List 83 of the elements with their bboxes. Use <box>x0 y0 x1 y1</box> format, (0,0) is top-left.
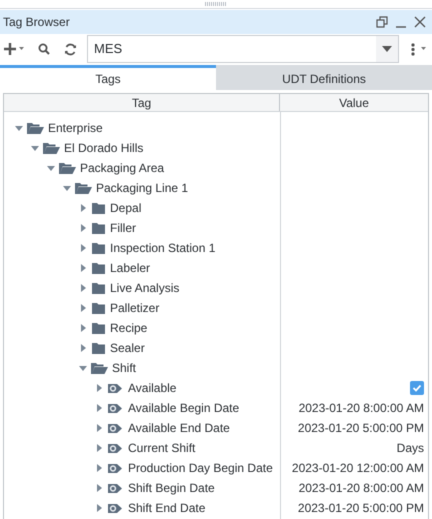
value-text: 2023-01-20 8:00:00 AM <box>298 400 424 417</box>
tree-item-label[interactable]: Inspection Station 1 <box>110 239 216 257</box>
tree-item-label[interactable]: Labeler <box>110 259 150 277</box>
tag-instance-icon <box>107 382 124 394</box>
grip-icon[interactable] <box>205 2 227 6</box>
folder-icon <box>91 302 106 314</box>
tree-item-label[interactable]: Depal <box>110 199 142 217</box>
tree-item-label[interactable]: Current Shift <box>128 439 196 457</box>
refresh-icon[interactable] <box>64 42 77 56</box>
caret-right-icon[interactable] <box>94 483 104 493</box>
tag-instance-icon <box>107 422 124 434</box>
caret-right-icon[interactable] <box>94 503 104 513</box>
caret-right-icon[interactable] <box>78 303 88 313</box>
tree-item-label[interactable]: Available End Date <box>128 419 230 437</box>
restore-icon[interactable] <box>376 16 388 28</box>
close-icon[interactable] <box>414 16 426 28</box>
caret-down-icon <box>382 46 392 52</box>
caret-right-icon[interactable] <box>94 383 104 393</box>
caret-right-icon[interactable] <box>78 343 88 353</box>
search-icon[interactable] <box>38 43 50 55</box>
open-folder-icon <box>75 182 92 194</box>
plus-icon <box>4 43 16 55</box>
tag-instance-icon <box>107 502 124 514</box>
folder-icon <box>91 222 106 234</box>
tree-item-label[interactable]: Packaging Area <box>80 159 164 177</box>
tree-item-label[interactable]: Filler <box>110 219 136 237</box>
tree-item-label[interactable]: Packaging Line 1 <box>96 179 188 197</box>
open-folder-icon <box>43 142 60 154</box>
open-folder-icon <box>27 122 44 134</box>
tree-item-label[interactable]: Live Analysis <box>110 279 180 297</box>
folder-icon <box>91 342 106 354</box>
add-button[interactable] <box>4 43 24 55</box>
caret-right-icon[interactable] <box>94 443 104 453</box>
tree-item-label[interactable]: El Dorado Hills <box>64 139 144 157</box>
caret-down-icon[interactable] <box>78 363 88 373</box>
caret-right-icon[interactable] <box>78 223 88 233</box>
caret-down-icon <box>19 47 24 51</box>
tree-item-label[interactable]: Enterprise <box>48 119 103 137</box>
value-text: 2023-01-20 8:00:00 AM <box>298 480 424 497</box>
caret-right-icon[interactable] <box>94 423 104 433</box>
provider-dropdown[interactable]: MES <box>87 35 399 63</box>
caret-down-icon[interactable] <box>421 47 426 51</box>
tree-item-label[interactable]: Shift End Date <box>128 499 206 517</box>
caret-down-icon[interactable] <box>30 143 40 153</box>
caret-right-icon[interactable] <box>78 203 88 213</box>
tree-item-label[interactable]: Sealer <box>110 339 145 357</box>
folder-icon <box>91 282 106 294</box>
folder-icon <box>91 242 106 254</box>
caret-right-icon[interactable] <box>94 403 104 413</box>
caret-down-icon[interactable] <box>46 163 56 173</box>
column-header[interactable]: Tag <box>4 94 280 111</box>
tree-item-label[interactable]: Recipe <box>110 319 148 337</box>
value-text: 2023-01-20 5:00:00 PM <box>298 420 424 437</box>
value-text: Days <box>396 440 424 457</box>
tree-item-label[interactable]: Palletizer <box>110 299 160 317</box>
tree-item-label[interactable]: Available Begin Date <box>128 399 240 417</box>
checkbox[interactable] <box>410 381 424 395</box>
caret-right-icon[interactable] <box>94 463 104 473</box>
folder-icon <box>91 202 106 214</box>
caret-down-icon[interactable] <box>62 183 72 193</box>
caret-right-icon[interactable] <box>78 283 88 293</box>
tree-item-label[interactable]: Shift Begin Date <box>128 479 215 497</box>
column-header[interactable]: Value <box>280 94 428 111</box>
value-text: 2023-01-20 12:00:00 AM <box>292 460 424 477</box>
folder-icon <box>91 322 106 334</box>
caret-right-icon[interactable] <box>78 263 88 273</box>
tree-item-label[interactable]: Shift <box>112 359 136 377</box>
open-folder-icon <box>59 162 76 174</box>
tag-instance-icon <box>107 482 124 494</box>
more-options-icon[interactable] <box>411 42 415 56</box>
folder-icon <box>91 262 106 274</box>
tree-item-label[interactable]: Production Day Begin Date <box>128 459 273 477</box>
value-text: 2023-01-20 5:00:00 PM <box>298 500 424 517</box>
tag-instance-icon <box>107 442 124 454</box>
caret-right-icon[interactable] <box>78 243 88 253</box>
window-title: Tag Browser <box>3 14 71 31</box>
tab[interactable]: UDT Definitions <box>216 65 432 90</box>
tag-instance-icon <box>107 402 124 414</box>
tag-instance-icon <box>107 462 124 474</box>
caret-down-icon[interactable] <box>14 123 24 133</box>
tree-item-label[interactable]: Available <box>128 379 176 397</box>
caret-right-icon[interactable] <box>78 323 88 333</box>
open-folder-icon <box>91 362 108 374</box>
